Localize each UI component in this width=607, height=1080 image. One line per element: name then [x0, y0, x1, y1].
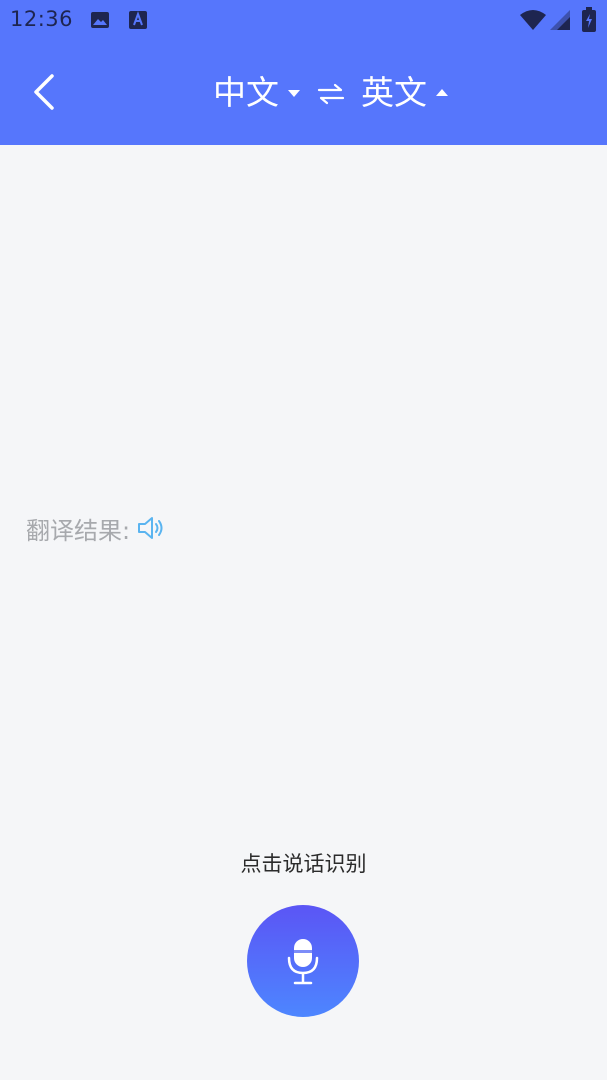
status-bar: 12:36 [0, 0, 607, 40]
source-language-label: 中文 [213, 73, 279, 112]
target-language-label: 英文 [361, 73, 427, 112]
target-language-selector[interactable]: 英文 [361, 70, 449, 116]
caret-down-icon [288, 90, 300, 97]
voice-hint-text: 点击说话识别 [240, 852, 367, 876]
microphone-button[interactable] [247, 905, 359, 1017]
a-letter-icon [129, 11, 147, 29]
chevron-left-icon [34, 74, 54, 110]
translation-result-label: 翻译结果: [26, 516, 131, 545]
translation-result-row: 翻译结果: [26, 510, 166, 546]
caret-up-icon [436, 89, 448, 96]
swap-arrows-icon[interactable] [317, 82, 345, 106]
wifi-icon [520, 10, 546, 30]
speaker-icon[interactable] [136, 514, 166, 542]
content-area: 翻译结果: 点击说话识别 [0, 145, 607, 1080]
microphone-icon [287, 939, 319, 985]
signal-icon [550, 10, 570, 30]
back-button[interactable] [22, 68, 68, 116]
status-time: 12:36 [10, 7, 74, 31]
toolbar: 中文 英文 [0, 40, 607, 145]
image-icon [91, 12, 109, 28]
battery-icon [582, 7, 596, 32]
source-language-selector[interactable]: 中文 [213, 70, 301, 116]
